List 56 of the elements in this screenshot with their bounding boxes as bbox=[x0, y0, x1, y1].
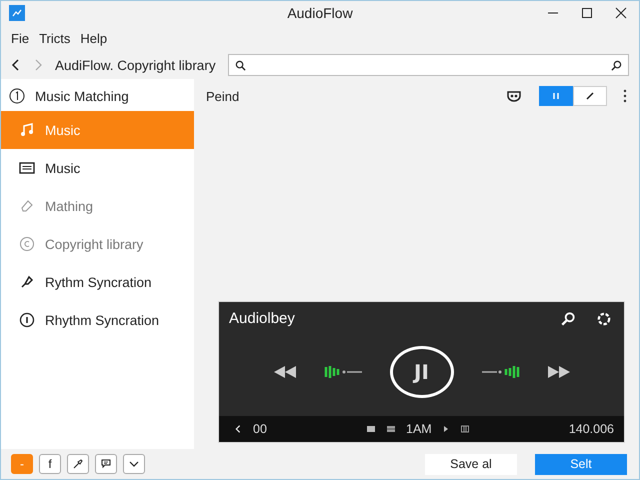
search-icon[interactable] bbox=[611, 60, 622, 70]
link-icon bbox=[19, 274, 35, 290]
window-title: AudioFlow bbox=[287, 5, 353, 21]
total-time: 140.006 bbox=[568, 422, 614, 436]
search-icon[interactable] bbox=[560, 310, 576, 326]
fast-forward-icon[interactable] bbox=[546, 364, 572, 378]
list-icon bbox=[19, 160, 35, 176]
rewind-icon[interactable] bbox=[272, 364, 298, 378]
clock-text: 1AM bbox=[406, 422, 432, 436]
search-field[interactable] bbox=[228, 54, 629, 76]
info-icon bbox=[19, 312, 35, 328]
sound-wave-icon bbox=[324, 364, 364, 380]
chat-icon bbox=[100, 458, 112, 470]
pause-toggle[interactable] bbox=[539, 86, 573, 106]
stop-icon[interactable] bbox=[366, 424, 376, 434]
player-title: Audiolbey bbox=[229, 310, 295, 327]
grid-icon[interactable] bbox=[460, 424, 470, 434]
sidebar-item[interactable]: Music Matching bbox=[1, 81, 194, 111]
sidebar-item[interactable]: Rhythm Syncration bbox=[1, 301, 194, 339]
position-time: 00 bbox=[253, 422, 267, 436]
tool-button[interactable]: f bbox=[39, 454, 61, 474]
list-icon[interactable] bbox=[386, 424, 396, 434]
chevron-button[interactable] bbox=[123, 454, 145, 474]
menu-item[interactable]: Help bbox=[80, 30, 108, 46]
menu-item[interactable]: Fie bbox=[11, 30, 30, 46]
number-icon bbox=[9, 88, 25, 104]
content-title: Peind bbox=[206, 88, 240, 104]
sidebar-item[interactable]: Music bbox=[1, 149, 194, 187]
sidebar-item[interactable]: Copyright library bbox=[1, 225, 194, 263]
sound-wave-icon bbox=[480, 364, 520, 380]
breadcrumb-path: AudiFlow. Copyright library bbox=[55, 58, 216, 72]
sidebar-item[interactable]: Rythm Syncration bbox=[1, 263, 194, 301]
save-button[interactable]: Save al bbox=[425, 454, 517, 474]
more-icon[interactable] bbox=[623, 89, 627, 103]
play-button[interactable]: JI bbox=[390, 346, 454, 398]
maximize-icon[interactable] bbox=[581, 7, 593, 19]
select-button[interactable]: Selt bbox=[535, 454, 627, 474]
app-icon bbox=[9, 5, 25, 21]
back-icon[interactable] bbox=[11, 59, 21, 71]
copyright-icon bbox=[19, 236, 35, 252]
back-icon[interactable] bbox=[233, 424, 243, 434]
eraser-icon bbox=[19, 198, 35, 214]
settings-icon[interactable] bbox=[596, 310, 612, 326]
pencil-toggle[interactable] bbox=[573, 86, 607, 106]
pen-button[interactable] bbox=[67, 454, 89, 474]
menu-item[interactable]: Tricts bbox=[39, 30, 70, 46]
mask-icon[interactable] bbox=[507, 90, 521, 102]
pause-icon bbox=[551, 91, 561, 101]
pen-icon bbox=[72, 458, 84, 470]
chat-button[interactable] bbox=[95, 454, 117, 474]
close-icon[interactable] bbox=[615, 7, 627, 19]
sidebar-item[interactable]: Mathing bbox=[1, 187, 194, 225]
pencil-icon bbox=[585, 91, 595, 101]
play-icon[interactable] bbox=[442, 425, 450, 433]
search-icon bbox=[234, 60, 246, 70]
note-icon bbox=[19, 122, 35, 138]
